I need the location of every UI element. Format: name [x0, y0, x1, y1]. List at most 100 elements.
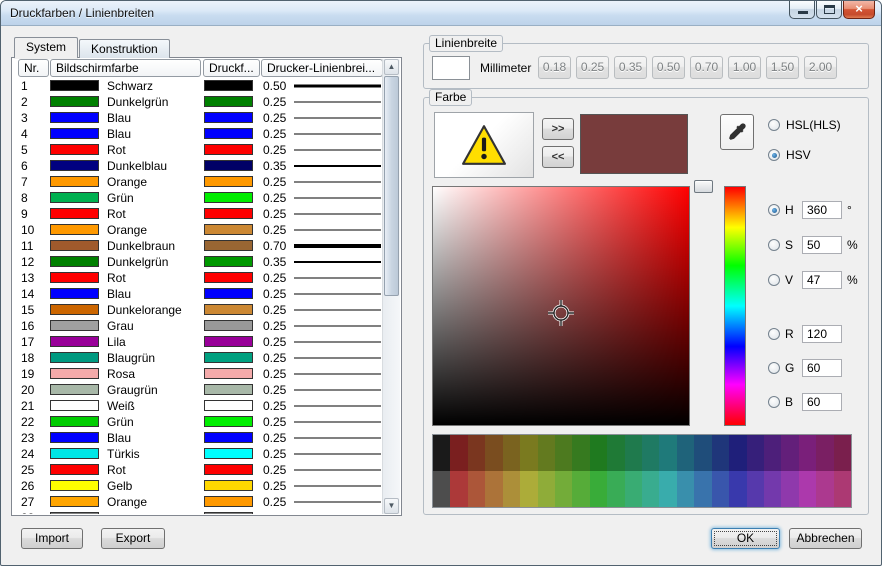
- table-row[interactable]: 18Blaugrün0.25: [13, 350, 381, 366]
- table-row[interactable]: 4Blau0.25: [13, 126, 381, 142]
- palette-swatch[interactable]: [450, 435, 467, 471]
- table-row[interactable]: 22Grün0.25: [13, 414, 381, 430]
- s-input[interactable]: [802, 236, 842, 254]
- palette-swatch[interactable]: [834, 435, 851, 471]
- palette-swatch[interactable]: [712, 435, 729, 471]
- table-row[interactable]: 19Rosa0.25: [13, 366, 381, 382]
- table-row[interactable]: 26Gelb0.25: [13, 478, 381, 494]
- palette-swatch[interactable]: [520, 471, 537, 507]
- palette-swatch[interactable]: [764, 435, 781, 471]
- radio-r[interactable]: [768, 328, 780, 340]
- header-nr[interactable]: Nr.: [18, 59, 49, 77]
- palette-swatch[interactable]: [450, 471, 467, 507]
- cancel-button[interactable]: Abbrechen: [789, 528, 862, 549]
- palette-swatch[interactable]: [503, 435, 520, 471]
- table-row[interactable]: 24Türkis0.25: [13, 446, 381, 462]
- table-row[interactable]: 21Weiß0.25: [13, 398, 381, 414]
- export-button[interactable]: Export: [101, 528, 165, 549]
- palette-swatch[interactable]: [555, 435, 572, 471]
- palette-swatch[interactable]: [607, 471, 624, 507]
- palette-swatch[interactable]: [485, 435, 502, 471]
- h-input[interactable]: [802, 201, 842, 219]
- linewidth-preset-0.50[interactable]: 0.50: [652, 56, 685, 79]
- table-row[interactable]: 15Dunkelorange0.25: [13, 302, 381, 318]
- table-row[interactable]: 23Blau0.25: [13, 430, 381, 446]
- radio-b[interactable]: [768, 396, 780, 408]
- palette-swatch[interactable]: [694, 435, 711, 471]
- palette-swatch[interactable]: [799, 471, 816, 507]
- palette-swatch[interactable]: [572, 435, 589, 471]
- close-button[interactable]: ×: [843, 1, 875, 19]
- linewidth-preset-1.00[interactable]: 1.00: [728, 56, 761, 79]
- palette-swatch[interactable]: [468, 471, 485, 507]
- palette-swatch[interactable]: [781, 435, 798, 471]
- header-print-color[interactable]: Druckf...: [203, 59, 260, 77]
- minimize-button[interactable]: [789, 1, 815, 19]
- b-input[interactable]: [802, 393, 842, 411]
- table-row[interactable]: 25Rot0.25: [13, 462, 381, 478]
- palette-swatch[interactable]: [590, 471, 607, 507]
- table-row[interactable]: 1Schwarz0.50: [13, 78, 381, 94]
- table-row[interactable]: 6Dunkelblau0.35: [13, 158, 381, 174]
- maximize-button[interactable]: [816, 1, 842, 19]
- palette-swatch[interactable]: [538, 471, 555, 507]
- import-button[interactable]: Import: [21, 528, 83, 549]
- palette-swatch[interactable]: [607, 435, 624, 471]
- palette-swatch[interactable]: [729, 435, 746, 471]
- table-row[interactable]: 27Orange0.25: [13, 494, 381, 510]
- tab-system[interactable]: System: [14, 37, 78, 58]
- table-row[interactable]: 10Orange0.25: [13, 222, 381, 238]
- table-row[interactable]: 7Orange0.25: [13, 174, 381, 190]
- palette-swatch[interactable]: [555, 471, 572, 507]
- table-row[interactable]: 13Rot0.25: [13, 270, 381, 286]
- palette-swatch[interactable]: [677, 471, 694, 507]
- table-row[interactable]: 17Lila0.25: [13, 334, 381, 350]
- palette-swatch[interactable]: [433, 435, 450, 471]
- linewidth-preset-0.35[interactable]: 0.35: [614, 56, 647, 79]
- header-printer-line-width[interactable]: Drucker-Linienbrei...: [261, 59, 383, 77]
- scroll-down-button[interactable]: ▼: [384, 498, 399, 514]
- palette-swatch[interactable]: [485, 471, 502, 507]
- table-row[interactable]: 3Blau0.25: [13, 110, 381, 126]
- table-row[interactable]: 11Dunkelbraun0.70: [13, 238, 381, 254]
- palette-swatch[interactable]: [712, 471, 729, 507]
- scroll-up-button[interactable]: ▲: [384, 59, 399, 75]
- radio-v[interactable]: [768, 274, 780, 286]
- palette-swatch[interactable]: [590, 435, 607, 471]
- ok-button[interactable]: OK: [711, 528, 780, 549]
- table-row[interactable]: 5Rot0.25: [13, 142, 381, 158]
- table-row[interactable]: 12Dunkelgrün0.35: [13, 254, 381, 270]
- v-input[interactable]: [802, 271, 842, 289]
- palette-swatch[interactable]: [747, 471, 764, 507]
- radio-s[interactable]: [768, 239, 780, 251]
- palette-swatch[interactable]: [659, 471, 676, 507]
- palette-swatch[interactable]: [781, 471, 798, 507]
- linewidth-preset-0.25[interactable]: 0.25: [576, 56, 609, 79]
- linewidth-preset-2.00[interactable]: 2.00: [804, 56, 837, 79]
- table-row[interactable]: 14Blau0.25: [13, 286, 381, 302]
- palette-swatch[interactable]: [747, 435, 764, 471]
- palette-swatch[interactable]: [764, 471, 781, 507]
- linewidth-preset-0.18[interactable]: 0.18: [538, 56, 571, 79]
- table-row[interactable]: 8Grün0.25: [13, 190, 381, 206]
- palette-swatch[interactable]: [816, 435, 833, 471]
- palette-swatch[interactable]: [625, 471, 642, 507]
- radio-h[interactable]: [768, 204, 780, 216]
- table-row[interactable]: 9Rot0.25: [13, 206, 381, 222]
- r-input[interactable]: [802, 325, 842, 343]
- header-screen-color[interactable]: Bildschirmfarbe: [50, 59, 201, 77]
- palette-swatch[interactable]: [538, 435, 555, 471]
- palette-swatch[interactable]: [468, 435, 485, 471]
- linewidth-preset-0.70[interactable]: 0.70: [690, 56, 723, 79]
- palette-swatch[interactable]: [677, 435, 694, 471]
- palette-swatch[interactable]: [503, 471, 520, 507]
- palette-swatch[interactable]: [433, 471, 450, 507]
- tab-konstruktion[interactable]: Konstruktion: [79, 39, 170, 58]
- palette-swatch[interactable]: [799, 435, 816, 471]
- titlebar[interactable]: Druckfarben / Linienbreiten ×: [1, 1, 881, 26]
- palette-swatch[interactable]: [834, 471, 851, 507]
- g-input[interactable]: [802, 359, 842, 377]
- vertical-scrollbar[interactable]: ▲ ▼: [382, 59, 400, 514]
- palette-swatch[interactable]: [625, 435, 642, 471]
- palette-swatch[interactable]: [816, 471, 833, 507]
